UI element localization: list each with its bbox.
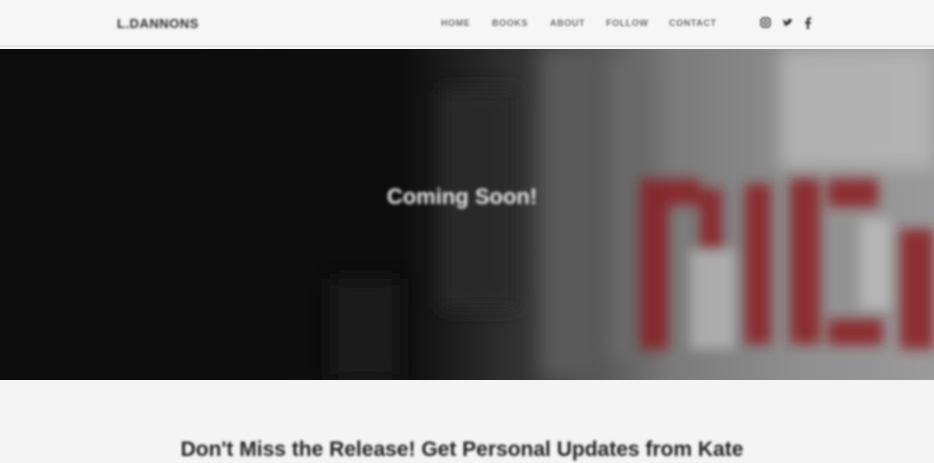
hero-title: Coming Soon! [386,184,538,209]
hero-banner: Coming Soon! [0,49,934,380]
nav-item-home[interactable]: HOME [441,18,470,28]
nav-item-contact[interactable]: CONTACT [669,18,717,28]
site-header: L.DANNONS HOME BOOKS ABOUT FOLLOW CONTAC… [0,0,934,47]
nav-item-follow[interactable]: FOLLOW [606,18,649,28]
twitter-icon[interactable] [782,17,794,31]
nav-item-books[interactable]: BOOKS [492,18,528,28]
instagram-icon[interactable] [760,17,771,31]
signup-heading: Don't Miss the Release! Get Personal Upd… [180,438,744,461]
facebook-icon[interactable] [804,17,812,31]
page: L.DANNONS HOME BOOKS ABOUT FOLLOW CONTAC… [0,0,934,463]
signup-section: Don't Miss the Release! Get Personal Upd… [0,380,934,463]
hero-background-image [0,49,934,380]
nav-item-about[interactable]: ABOUT [550,18,585,28]
